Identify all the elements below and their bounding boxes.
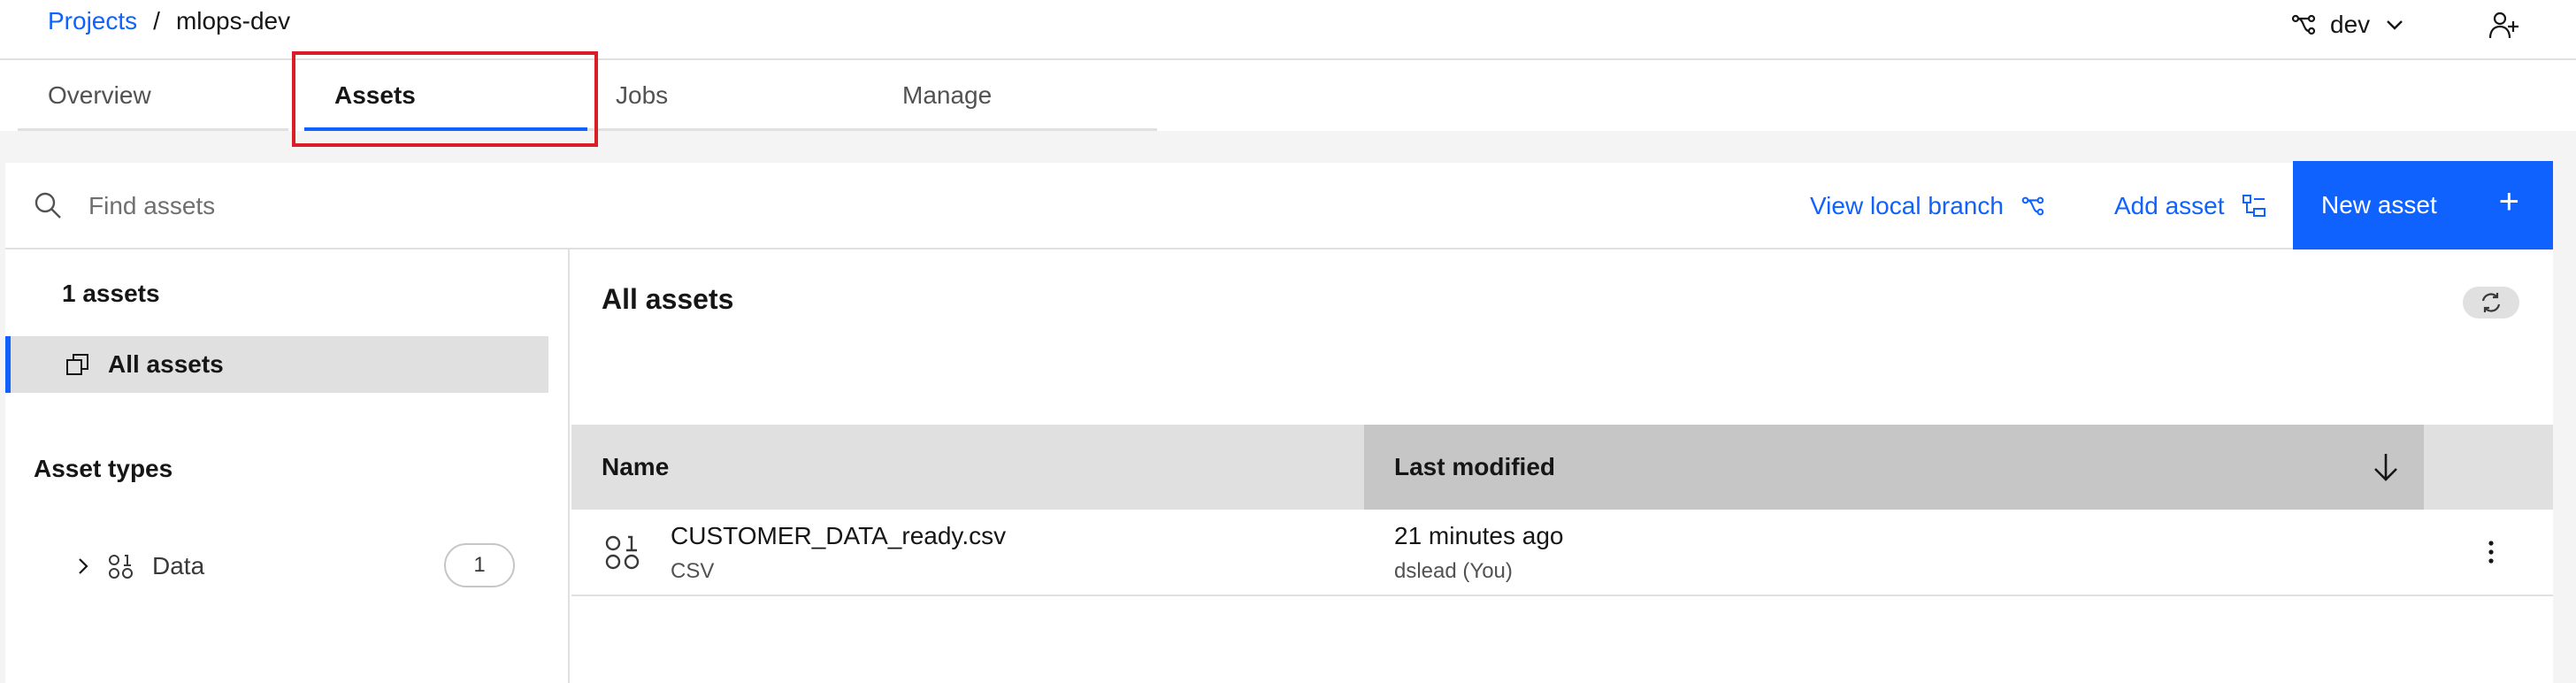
refresh-button[interactable] xyxy=(2463,287,2519,318)
asset-type-label: Data xyxy=(152,552,205,579)
asset-types-heading: Asset types xyxy=(34,455,173,482)
breadcrumb-separator: / xyxy=(153,7,160,35)
chevron-right-icon[interactable] xyxy=(73,554,94,579)
sidebar-item-all-assets[interactable]: All assets xyxy=(5,336,548,393)
view-local-branch-label: View local branch xyxy=(1810,192,2004,219)
refresh-icon xyxy=(2481,293,2501,312)
view-local-branch-button[interactable]: View local branch xyxy=(1787,163,2069,249)
column-header-label: Last modified xyxy=(1394,453,1556,480)
asset-type-count-badge: 1 xyxy=(444,543,515,587)
table-row[interactable]: CUSTOMER_DATA_ready.csv CSV 21 minutes a… xyxy=(571,510,2553,596)
tab-manage[interactable]: Manage xyxy=(872,60,1157,131)
add-asset-button[interactable]: Add asset xyxy=(2091,163,2290,249)
overflow-menu-icon[interactable] xyxy=(2486,538,2496,566)
assets-panel: View local branch Add asset New asset + … xyxy=(5,161,2553,683)
add-asset-icon xyxy=(2242,195,2266,217)
breadcrumb-projects-link[interactable]: Projects xyxy=(48,7,137,35)
asset-count: 1 assets xyxy=(62,280,160,307)
table-header: Name Last modified xyxy=(571,425,2553,510)
chevron-down-icon xyxy=(2387,20,2404,30)
assets-table-area: All assets Name Last modified CUSTOMER_D… xyxy=(571,249,2553,683)
column-header-name[interactable]: Name xyxy=(571,425,1364,510)
add-asset-label: Add asset xyxy=(2114,192,2225,219)
copy-icon xyxy=(66,354,88,375)
breadcrumb-current: mlops-dev xyxy=(175,7,291,35)
sidebar-item-label: All assets xyxy=(108,350,224,378)
asset-name-link[interactable]: CUSTOMER_DATA_ready.csv xyxy=(671,522,1006,550)
branch-icon xyxy=(2021,196,2044,216)
tab-overview[interactable]: Overview xyxy=(18,60,288,131)
breadcrumb: Projects / mlops-dev xyxy=(48,7,290,35)
branch-name: dev xyxy=(2330,11,2371,38)
asset-sidebar: 1 assets All assets Asset types Data 1 xyxy=(5,249,570,683)
search-input[interactable] xyxy=(88,184,885,228)
search-toolbar: View local branch Add asset New asset + xyxy=(5,161,2553,249)
new-asset-label: New asset xyxy=(2321,191,2437,219)
branch-icon xyxy=(2291,14,2316,35)
page-title: All assets xyxy=(602,283,734,315)
plus-icon: + xyxy=(2498,182,2519,221)
last-modified-time: 21 minutes ago xyxy=(1394,522,1564,549)
arrow-down-icon[interactable] xyxy=(2371,451,2401,483)
last-modified-by: dslead (You) xyxy=(1394,559,1513,583)
data-icon xyxy=(605,535,640,570)
asset-type-data[interactable]: Data 1 xyxy=(73,543,515,589)
branch-selector[interactable]: dev xyxy=(2289,7,2407,42)
new-asset-button[interactable]: New asset + xyxy=(2293,161,2553,249)
data-icon xyxy=(109,555,133,579)
search-icon xyxy=(34,192,61,219)
assets-tab-highlight xyxy=(292,51,598,147)
add-user-icon[interactable] xyxy=(2488,9,2519,41)
tab-jobs[interactable]: Jobs xyxy=(587,60,872,131)
column-header-last-modified[interactable]: Last modified xyxy=(1364,425,2424,510)
asset-type-label: CSV xyxy=(671,559,715,583)
